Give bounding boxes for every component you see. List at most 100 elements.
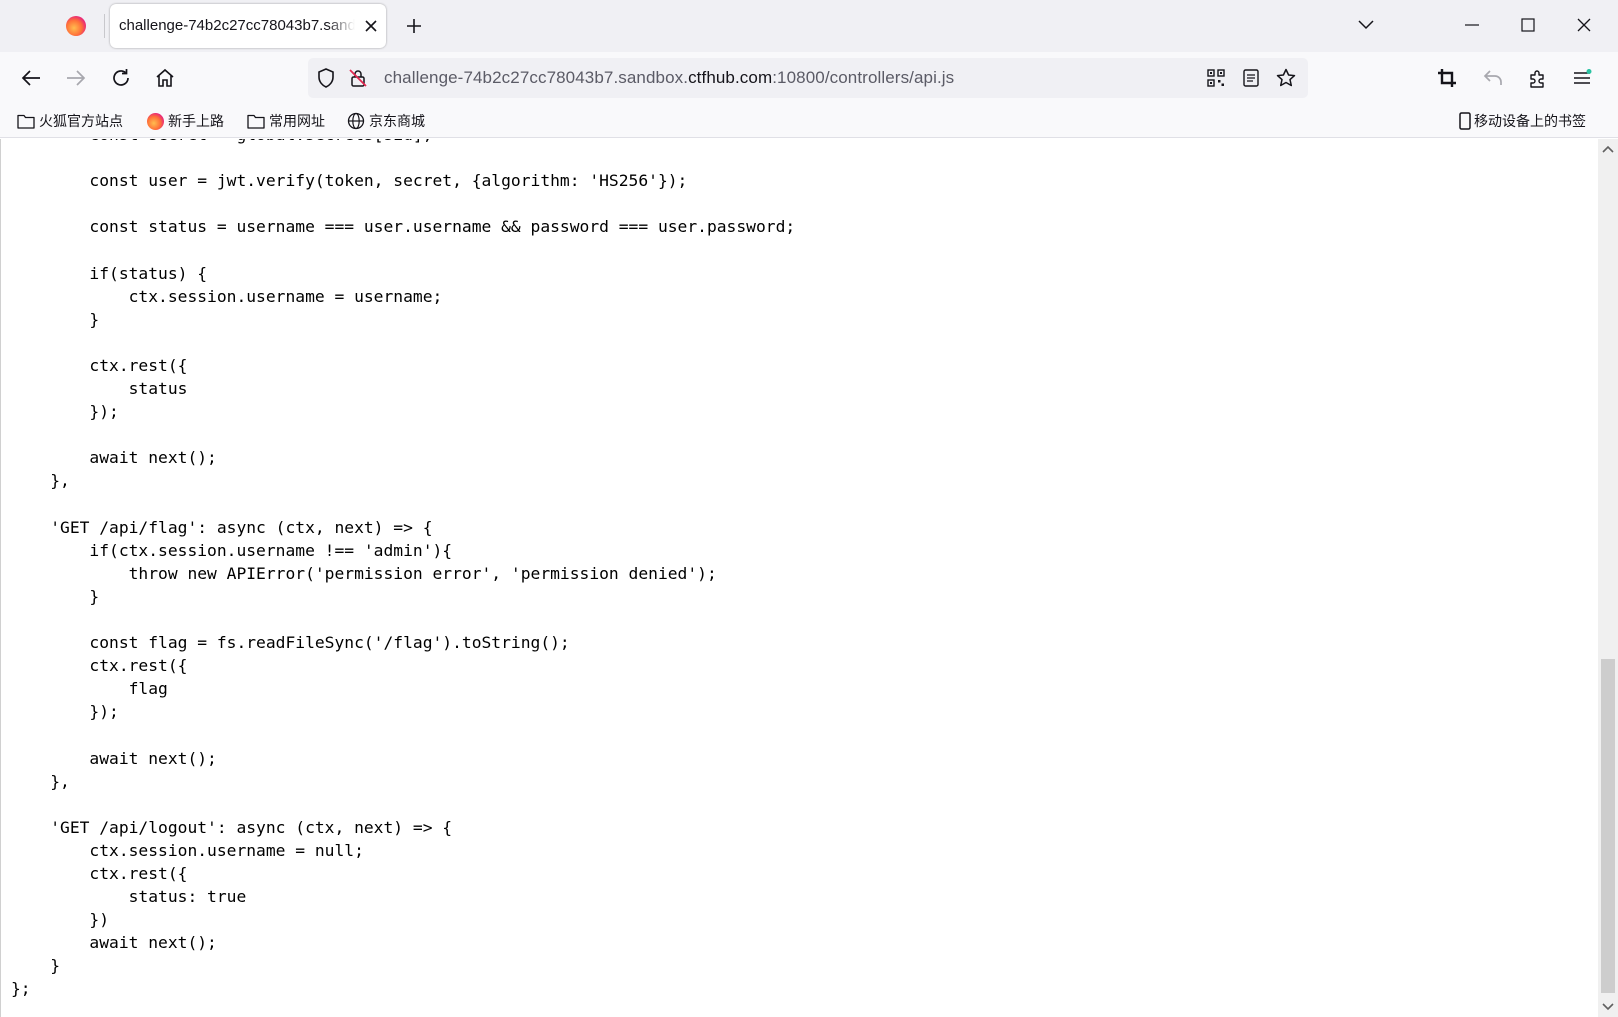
url-suffix: :10800/controllers/api.js <box>772 68 955 87</box>
new-tab-button[interactable] <box>400 12 428 40</box>
reload-icon <box>113 69 129 86</box>
source-code-text: const secret = global.secrets[sid]; cons… <box>11 139 795 1001</box>
mobile-bookmarks-folder[interactable]: 移动设备上的书签 <box>1458 110 1586 132</box>
page-content: const secret = global.secrets[sid]; cons… <box>0 139 1598 1017</box>
puzzle-icon <box>1530 70 1544 88</box>
code-line: }); <box>11 402 119 422</box>
app-menu-button[interactable] <box>1566 62 1598 94</box>
folder-icon <box>17 112 35 130</box>
url-bar[interactable]: challenge-74b2c27cc78043b7.sandbox.ctfhu… <box>308 58 1308 98</box>
bookmark-label: 火狐官方站点 <box>39 114 123 130</box>
qr-code-icon <box>1207 69 1225 87</box>
bookmark-label: 京东商城 <box>369 114 425 130</box>
firefox-icon <box>66 16 86 36</box>
back-button[interactable] <box>15 62 47 94</box>
active-tab[interactable]: challenge-74b2c27cc78043b7.sandbox.ctfhu… <box>110 4 386 48</box>
lock-slash-icon <box>349 69 367 87</box>
code-line: }, <box>11 771 70 791</box>
code-line: }) <box>11 910 110 930</box>
reader-view-button[interactable] <box>1239 66 1263 90</box>
screenshot-button[interactable] <box>1431 62 1463 94</box>
scrollbar-thumb[interactable] <box>1601 659 1615 993</box>
bookmarks-bar: 火狐官方站点 新手上路 常用网址 京东商城 移动设备上的书签 <box>0 104 1618 138</box>
scroll-up-arrow[interactable] <box>1602 143 1614 155</box>
code-line: ctx.session.username = username; <box>11 286 443 306</box>
undo-button[interactable] <box>1477 62 1509 94</box>
code-line: ctx.rest({ <box>11 864 188 883</box>
arrow-right-icon <box>67 70 86 86</box>
code-line: const secret = global.secrets[sid]; <box>11 139 795 146</box>
tracking-protection-icon[interactable] <box>314 66 338 90</box>
navigation-bar: challenge-74b2c27cc78043b7.sandbox.ctfhu… <box>0 52 1618 104</box>
forward-button[interactable] <box>60 62 92 94</box>
bookmark-item[interactable]: 火狐官方站点 <box>17 110 123 132</box>
code-line: const flag = fs.readFileSync('/flag').to… <box>11 633 570 653</box>
minimize-button[interactable] <box>1452 8 1492 42</box>
code-line: ctx.rest({ <box>11 656 188 676</box>
code-line: }, <box>11 471 70 491</box>
close-tab-button[interactable] <box>360 15 382 37</box>
insecure-connection-icon[interactable] <box>346 66 370 90</box>
code-line: await next(); <box>11 748 217 768</box>
code-line: } <box>11 956 61 976</box>
bookmark-item[interactable]: 新手上路 <box>146 110 224 132</box>
tab-separator <box>104 14 105 38</box>
code-line: ctx.session.username = null; <box>11 840 364 860</box>
code-line: } <box>11 586 100 606</box>
minimize-icon <box>1465 24 1479 26</box>
folder-icon <box>247 112 265 130</box>
code-line: status: true <box>11 887 247 907</box>
bookmark-item[interactable]: 常用网址 <box>247 110 325 132</box>
extensions-button[interactable] <box>1522 62 1554 94</box>
reload-button[interactable] <box>105 62 137 94</box>
reader-view-icon <box>1243 69 1259 87</box>
code-line: const user = jwt.verify(token, secret, {… <box>11 171 688 191</box>
bookmark-star-button[interactable] <box>1274 66 1298 90</box>
qr-code-button[interactable] <box>1204 66 1228 90</box>
firefox-view-button[interactable] <box>56 10 96 42</box>
chevron-down-icon <box>1358 20 1374 30</box>
scroll-down-arrow[interactable] <box>1602 1001 1614 1013</box>
mobile-device-icon <box>1458 112 1472 130</box>
close-icon <box>1577 18 1591 32</box>
home-icon <box>156 68 174 87</box>
vertical-scrollbar[interactable] <box>1598 139 1618 1017</box>
undo-icon <box>1483 70 1502 85</box>
url-prefix: challenge-74b2c27cc78043b7.sandbox. <box>384 68 689 87</box>
code-line: throw new APIError('permission error', '… <box>11 563 717 583</box>
code-line: } <box>11 309 100 329</box>
close-icon <box>365 20 377 32</box>
code-line: await next(); <box>11 933 217 953</box>
maximize-button[interactable] <box>1508 8 1548 42</box>
close-window-button[interactable] <box>1564 8 1604 42</box>
code-line: status <box>11 379 188 399</box>
code-line: }); <box>11 702 119 722</box>
list-all-tabs-button[interactable] <box>1346 8 1386 42</box>
code-line: 'GET /api/flag': async (ctx, next) => { <box>11 517 433 537</box>
code-line: if(ctx.session.username !== 'admin'){ <box>11 540 453 560</box>
bookmark-item[interactable]: 京东商城 <box>347 110 425 132</box>
star-icon <box>1276 68 1296 87</box>
code-line: 'GET /api/logout': async (ctx, next) => … <box>11 817 453 837</box>
firefox-icon <box>146 112 164 130</box>
bookmark-label: 新手上路 <box>168 114 224 130</box>
tab-bar: challenge-74b2c27cc78043b7.sandbox.ctfhu… <box>0 0 1618 52</box>
code-line: await next(); <box>11 448 217 468</box>
url-domain: ctfhub.com <box>688 68 773 87</box>
code-line: flag <box>11 679 168 699</box>
plus-icon <box>407 19 421 33</box>
home-button[interactable] <box>149 62 181 94</box>
maximize-icon <box>1521 18 1535 32</box>
arrow-left-icon <box>21 70 40 86</box>
url-text[interactable]: challenge-74b2c27cc78043b7.sandbox.ctfhu… <box>384 68 954 88</box>
tab-title: challenge-74b2c27cc78043b7.sandbox.ctfhu… <box>119 17 355 34</box>
globe-icon <box>347 112 365 130</box>
